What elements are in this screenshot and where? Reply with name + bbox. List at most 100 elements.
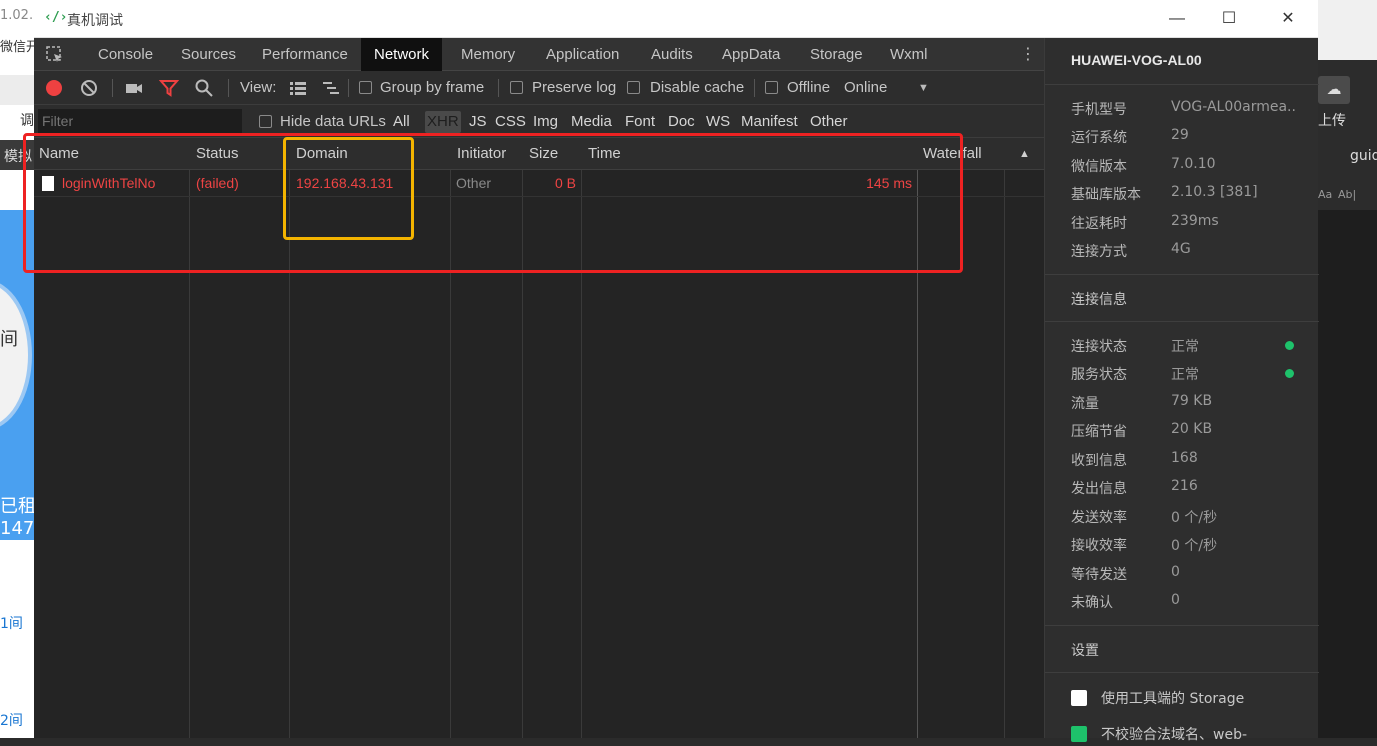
table-header: Name Status Domain Initiator Size Time W… [34, 138, 1044, 170]
overview-icon[interactable] [321, 78, 341, 98]
info-row: 未确认 0 [1071, 592, 1311, 614]
bg-titlebar [1318, 0, 1377, 60]
info-value: 0 [1171, 592, 1180, 608]
request-domain: 192.168.43.131 [296, 175, 394, 191]
device-name: HUAWEI-VOG-AL00 [1071, 52, 1202, 68]
skip-domain-check-checkbox[interactable] [1071, 726, 1087, 742]
toolbar-divider [348, 79, 349, 97]
maximize-button[interactable]: ☐ [1218, 8, 1240, 30]
tab-audits[interactable]: Audits [638, 38, 706, 71]
info-row: 流量 79 KB [1071, 393, 1311, 415]
large-rows-icon[interactable] [288, 78, 308, 98]
info-key: 接收效率 [1071, 538, 1127, 554]
info-value: 正常 [1171, 367, 1199, 383]
column-header-initiator[interactable]: Initiator [452, 138, 506, 170]
minimize-button[interactable]: — [1166, 8, 1188, 30]
column-divider [917, 138, 918, 738]
filter-type-css[interactable]: CSS [493, 111, 528, 133]
dropdown-arrow-icon[interactable]: ▼ [918, 71, 929, 105]
info-key: 收到信息 [1071, 453, 1127, 469]
connection-section-title: 连接信息 [1071, 292, 1127, 308]
column-header-status[interactable]: Status [191, 138, 239, 170]
column-header-size[interactable]: Size [524, 138, 558, 170]
preserve-log-checkbox[interactable] [510, 81, 523, 94]
use-tool-storage-option[interactable]: 使用工具端的 Storage [1071, 688, 1311, 710]
toolbar-divider [228, 79, 229, 97]
column-header-time[interactable]: Time [583, 138, 621, 170]
info-value: 2.10.3 [381] [1171, 184, 1258, 200]
tab-performance[interactable]: Performance [249, 38, 361, 71]
filter-type-media[interactable]: Media [569, 111, 614, 133]
bg-text: 1.02. [0, 8, 34, 23]
info-row: 往返耗时 239ms [1071, 213, 1311, 235]
bg-text: 模拟 [4, 149, 32, 165]
filter-input[interactable] [38, 109, 242, 133]
filter-bar: Hide data URLs All XHR JS CSS Img Media … [34, 105, 1044, 138]
info-row: 运行系统 29 [1071, 127, 1311, 149]
request-initiator: Other [456, 175, 492, 191]
info-row: 接收效率 0 个/秒 [1071, 535, 1311, 557]
more-options-icon[interactable]: ⋮ [1020, 44, 1036, 64]
tab-storage[interactable]: Storage [797, 38, 876, 71]
screenshot-video-icon[interactable] [124, 78, 144, 98]
throttling-select[interactable]: Online [844, 71, 887, 105]
search-icon[interactable] [194, 78, 214, 98]
info-row: 收到信息 168 [1071, 450, 1311, 472]
column-header-name[interactable]: Name [34, 138, 79, 170]
request-time: 145 ms [866, 175, 912, 191]
info-key: 发送效率 [1071, 510, 1127, 526]
filter-type-xhr[interactable]: XHR [425, 111, 461, 133]
tab-memory[interactable]: Memory [448, 38, 528, 71]
inspect-element-icon[interactable] [46, 46, 64, 64]
tab-wxml[interactable]: Wxml [877, 38, 941, 71]
filter-type-js[interactable]: JS [467, 111, 489, 133]
tab-network[interactable]: Network [361, 38, 443, 71]
table-row[interactable]: loginWithTelNo (failed) 192.168.43.131 O… [34, 170, 1044, 197]
network-request-table: Name Status Domain Initiator Size Time W… [34, 138, 1044, 738]
use-tool-storage-checkbox[interactable] [1071, 690, 1087, 706]
filter-type-ws[interactable]: WS [704, 111, 732, 133]
panel-divider [1045, 274, 1319, 275]
filter-type-font[interactable]: Font [623, 111, 657, 133]
info-row: 连接方式 4G [1071, 241, 1311, 263]
filter-type-all[interactable]: All [391, 111, 412, 133]
request-name: loginWithTelNo [62, 175, 156, 191]
info-key: 流量 [1071, 396, 1099, 412]
panel-divider [1045, 672, 1319, 673]
close-button[interactable]: ✕ [1277, 8, 1299, 30]
column-divider [289, 138, 290, 738]
tab-sources[interactable]: Sources [168, 38, 249, 71]
filter-type-img[interactable]: Img [531, 111, 560, 133]
clear-icon[interactable] [79, 78, 99, 98]
filter-type-other[interactable]: Other [808, 111, 850, 133]
record-button[interactable] [46, 80, 62, 96]
bg-text: Aa [1318, 188, 1333, 201]
info-key: 运行系统 [1071, 130, 1127, 146]
filter-icon[interactable] [159, 78, 179, 98]
view-label: View: [240, 79, 277, 96]
option-label: 使用工具端的 Storage [1101, 691, 1245, 707]
offline-checkbox[interactable] [765, 81, 778, 94]
bg-editor-body [1318, 210, 1377, 738]
disable-cache-checkbox[interactable] [627, 81, 640, 94]
filter-type-doc[interactable]: Doc [666, 111, 697, 133]
column-header-waterfall[interactable]: Waterfall [918, 138, 982, 170]
info-key: 连接状态 [1071, 339, 1127, 355]
tab-application[interactable]: Application [533, 38, 632, 71]
column-header-domain[interactable]: Domain [291, 138, 348, 170]
bg-text: 147 [0, 518, 34, 539]
skip-domain-check-option[interactable]: 不校验合法域名、web- [1071, 724, 1311, 746]
bg-text: guid [1350, 148, 1377, 164]
background-simulator: 1.02. 微信开 调 模拟 间 已租 147 1间 2间 [0, 0, 34, 738]
group-by-frame-checkbox[interactable] [359, 81, 372, 94]
network-toolbar: View: Group by frame Preserve log Disabl… [34, 71, 1044, 105]
waterfall-gridline [1004, 138, 1005, 738]
hide-data-urls-checkbox[interactable] [259, 115, 272, 128]
info-value: 239ms [1171, 213, 1219, 229]
tab-console[interactable]: Console [85, 38, 166, 71]
toolbar-divider [754, 79, 755, 97]
sort-ascending-icon[interactable]: ▲ [1014, 138, 1030, 170]
tab-appdata[interactable]: AppData [709, 38, 793, 71]
info-key: 连接方式 [1071, 244, 1127, 260]
filter-type-manifest[interactable]: Manifest [739, 111, 800, 133]
